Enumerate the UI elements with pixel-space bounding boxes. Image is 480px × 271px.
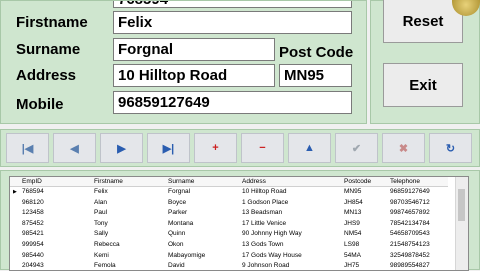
table-cell: Parker — [168, 209, 188, 217]
table-cell: 123458 — [22, 209, 44, 217]
employee-form-panel: 768594 Firstname Felix Surname Forgnal P… — [0, 0, 367, 124]
cancel-edit-icon: ✖ — [398, 142, 409, 155]
address-field[interactable]: 10 Hilltop Road — [113, 64, 275, 87]
mobile-field[interactable]: 96859127649 — [113, 91, 352, 114]
grid-header-row: EmpID Firstname Surname Address Postcode Tele… — [10, 177, 448, 187]
cancel-edit-button[interactable]: ✖ — [382, 133, 425, 163]
table-row[interactable]: 999954 Rebecca Okon 13 Gods Town LS98 2154875… — [10, 240, 448, 251]
table-cell: MN95 — [344, 188, 362, 195]
surname-field[interactable]: Forgnal — [113, 38, 275, 61]
first-record-button[interactable]: |◀ — [6, 133, 49, 163]
last-record-button[interactable]: ▶| — [147, 133, 190, 163]
table-cell: 768594 — [22, 188, 44, 195]
table-row[interactable]: 985421 Sally Quinn 90 Johnny High Way NM54 54… — [10, 229, 448, 240]
previous-record-button[interactable]: ◀ — [53, 133, 96, 163]
table-cell: 999954 — [22, 241, 44, 248]
table-cell: 98703546712 — [390, 198, 430, 206]
table-cell: Tony — [94, 219, 108, 227]
refresh-icon: ↻ — [445, 142, 456, 155]
table-cell: 875452 — [22, 219, 44, 227]
address-label: Address — [16, 67, 77, 84]
empid-field[interactable]: 768594 — [113, 1, 352, 8]
column-header[interactable]: Address — [242, 177, 266, 186]
table-cell: 968120 — [22, 198, 44, 206]
table-cell: Quinn — [168, 230, 186, 238]
table-cell: 13 Gods Town — [242, 241, 284, 248]
table-cell: Montana — [168, 219, 194, 227]
table-cell: 54658709543 — [390, 230, 430, 238]
column-header[interactable]: Surname — [168, 177, 194, 186]
add-record-icon: + — [212, 142, 219, 154]
exit-button[interactable]: Exit — [383, 63, 463, 107]
table-cell: 10 Hilltop Road — [242, 188, 287, 195]
records-grid-panel: EmpID Firstname Surname Address Postcode Tele… — [0, 170, 480, 271]
column-header[interactable]: Telephone — [390, 177, 420, 186]
next-record-button[interactable]: ▶ — [100, 133, 143, 163]
table-cell: 54MA — [344, 251, 361, 259]
next-record-icon: ▶ — [117, 142, 126, 155]
table-cell: Paul — [94, 209, 108, 217]
move-up-icon: ▲ — [304, 142, 315, 154]
table-cell: Mabayomige — [168, 251, 206, 259]
save-record-icon: ✔ — [351, 142, 362, 155]
table-cell: Forgnal — [168, 188, 191, 195]
table-cell: NM54 — [344, 230, 362, 238]
firstname-field[interactable]: Felix — [113, 11, 352, 34]
column-header[interactable]: Firstname — [94, 177, 123, 186]
delete-record-button[interactable]: − — [241, 133, 284, 163]
firstname-label: Firstname — [16, 14, 88, 31]
table-cell: 99874657892 — [390, 209, 430, 217]
table-cell: 96859127649 — [390, 188, 430, 195]
table-cell: Felix — [94, 188, 108, 195]
table-cell: 17 Gods Way House — [242, 251, 302, 259]
reset-button[interactable]: Reset — [383, 0, 463, 43]
current-row-indicator-icon: ▶ — [13, 189, 17, 195]
table-cell: MN13 — [344, 209, 362, 217]
last-record-icon: ▶| — [162, 142, 175, 155]
mobile-label: Mobile — [16, 96, 64, 113]
table-cell: 21548754123 — [390, 241, 430, 248]
save-record-button[interactable]: ✔ — [335, 133, 378, 163]
action-panel: Reset Exit — [370, 0, 480, 124]
grid-vertical-scrollbar[interactable] — [455, 177, 468, 270]
add-record-button[interactable]: + — [194, 133, 237, 163]
postcode-label: Post Code — [279, 44, 354, 61]
first-record-icon: |◀ — [21, 142, 34, 155]
table-cell: 985440 — [22, 251, 44, 259]
table-row[interactable]: 123458 Paul Parker 13 Beadsman MN13 998746578… — [10, 208, 448, 219]
table-cell: 985421 — [22, 230, 44, 238]
table-cell: Kemi — [94, 251, 109, 259]
previous-record-icon: ◀ — [70, 142, 79, 155]
table-cell: 13 Beadsman — [242, 209, 283, 217]
surname-label: Surname — [16, 41, 81, 58]
table-cell: Rebecca — [94, 241, 120, 248]
scrollbar-thumb[interactable] — [458, 189, 465, 221]
records-grid[interactable]: EmpID Firstname Surname Address Postcode Tele… — [9, 176, 469, 271]
table-cell: 78542134784 — [390, 219, 430, 227]
postcode-field[interactable]: MN95 — [279, 64, 352, 87]
move-up-button[interactable]: ▲ — [288, 133, 331, 163]
table-row[interactable]: 968120 Alan Boyce 1 Godson Place JH854 987035… — [10, 198, 448, 209]
table-cell: Sally — [94, 230, 109, 238]
table-row[interactable]: 985440 Kemi Mabayomige 17 Gods Way House 54M… — [10, 251, 448, 262]
table-row[interactable]: 875452 Tony Montana 17 Little Venice JHS9 785… — [10, 219, 448, 230]
table-cell: 1 Godson Place — [242, 198, 289, 206]
table-cell: JHS9 — [344, 219, 360, 227]
delete-record-icon: − — [259, 142, 266, 154]
table-cell: Okon — [168, 241, 184, 248]
table-cell: Alan — [94, 198, 108, 206]
column-header[interactable]: EmpID — [22, 177, 42, 186]
refresh-button[interactable]: ↻ — [429, 133, 472, 163]
table-cell: LS98 — [344, 241, 360, 248]
column-header[interactable]: Postcode — [344, 177, 371, 186]
record-navigation-toolbar: |◀ ◀ ▶ ▶| + − ▲ ✔ ✖ ↻ — [0, 129, 480, 167]
table-cell: 32549878452 — [390, 251, 430, 259]
table-cell: 90 Johnny High Way — [242, 230, 302, 238]
table-cell: JH854 — [344, 198, 363, 206]
table-row[interactable]: ▶ 768594 Felix Forgnal 10 Hilltop Road MN95 96… — [10, 187, 448, 198]
table-cell: Boyce — [168, 198, 187, 206]
table-cell: 17 Little Venice — [242, 219, 287, 227]
